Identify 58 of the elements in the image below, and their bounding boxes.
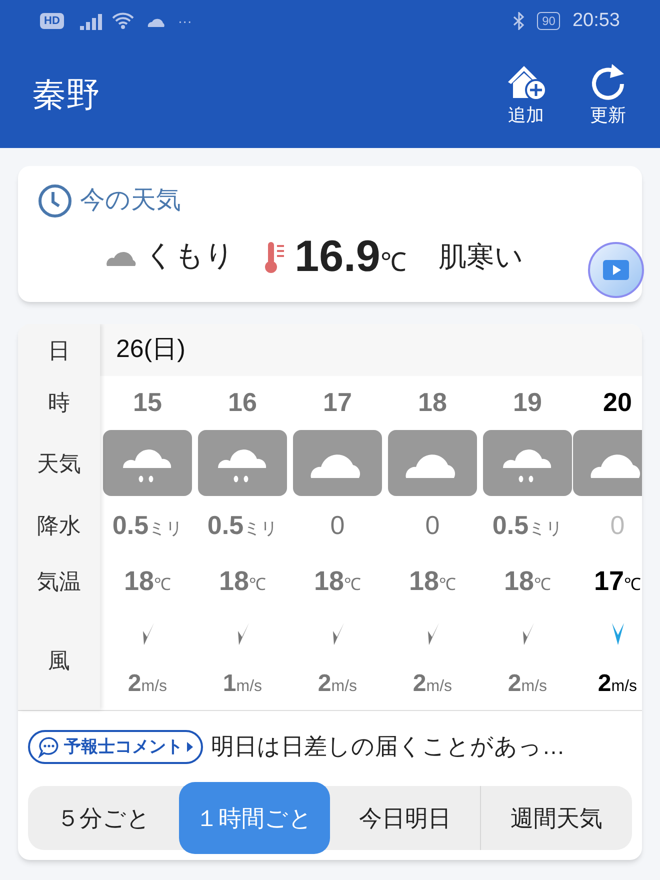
temp-text: 18℃ [408,565,456,598]
temperature-value: 16.9 [294,230,380,282]
row-label: 降水 [37,512,81,540]
condition-text: くもり [144,238,235,274]
feeling-text: 肌寒い [438,240,524,274]
thermometer-icon [262,240,287,274]
refresh-button[interactable]: 更新 [588,62,628,128]
row-label: 日 [48,336,70,364]
precip-text: 0 [425,509,440,542]
wind-arrow-icon [610,621,626,647]
precip-text: 0.5 ミリ [492,509,563,542]
temp-text: 17℃ [594,565,642,598]
clock: 20:53 [572,8,620,33]
row-label: 時 [48,388,70,416]
wind-speed-text: 2m/s [598,669,638,699]
view-tab[interactable]: ５分ごと [28,786,179,850]
speech-bubble-icon [38,736,60,758]
clock-icon [38,184,72,218]
view-tab[interactable]: １時間ごと [178,782,330,854]
wind-speed-text: 2m/s [508,669,548,699]
more-indicator: ··· [178,12,192,30]
wifi-icon [112,12,134,30]
wind-speed-text: 2m/s [412,669,452,699]
hd-badge: HD [40,12,64,30]
wind-speed-text: 2m/s [318,669,358,699]
card-heading: 今の天気 [80,185,181,216]
row-label: 気温 [37,568,81,596]
bluetooth-icon [513,12,526,30]
temp-text: 18℃ [504,565,552,598]
video-icon [602,259,630,281]
view-tab[interactable]: 週間天気 [480,786,632,850]
precip-text: 0 [330,509,345,542]
battery-indicator: 90 [537,12,560,30]
hour-text: 19 [513,386,542,418]
signal-icon [80,12,104,30]
temperature-unit: ℃ [380,246,406,279]
temp-text: 18℃ [218,565,266,598]
caret-icon [187,742,193,752]
date-text: 26(日) [116,334,186,366]
precip-text: 0.5 ミリ [112,509,183,542]
forecaster-comment-badge[interactable]: 予報士コメント [28,730,203,764]
hour-text: 16 [228,386,257,418]
hour-text: 20 [603,386,632,418]
temp-text: 18℃ [124,565,172,598]
wind-speed-text: 1m/s [222,669,262,699]
row-label: 天気 [37,450,81,478]
comment-text: 明日は日差しの届くことがあっ… [211,732,565,762]
hour-text: 18 [418,386,447,418]
hour-text: 15 [133,386,162,418]
temp-text: 18℃ [314,565,362,598]
wind-speed-text: 2m/s [128,669,168,699]
precip-text: 0.5 ミリ [207,509,278,542]
precip-text: 0 [610,509,625,542]
hour-text: 17 [323,386,352,418]
add-button[interactable]: 追加 [504,62,548,128]
view-tab[interactable]: 今日明日 [330,786,480,850]
city-title: 秦野 [32,74,101,116]
row-label: 風 [48,646,70,674]
